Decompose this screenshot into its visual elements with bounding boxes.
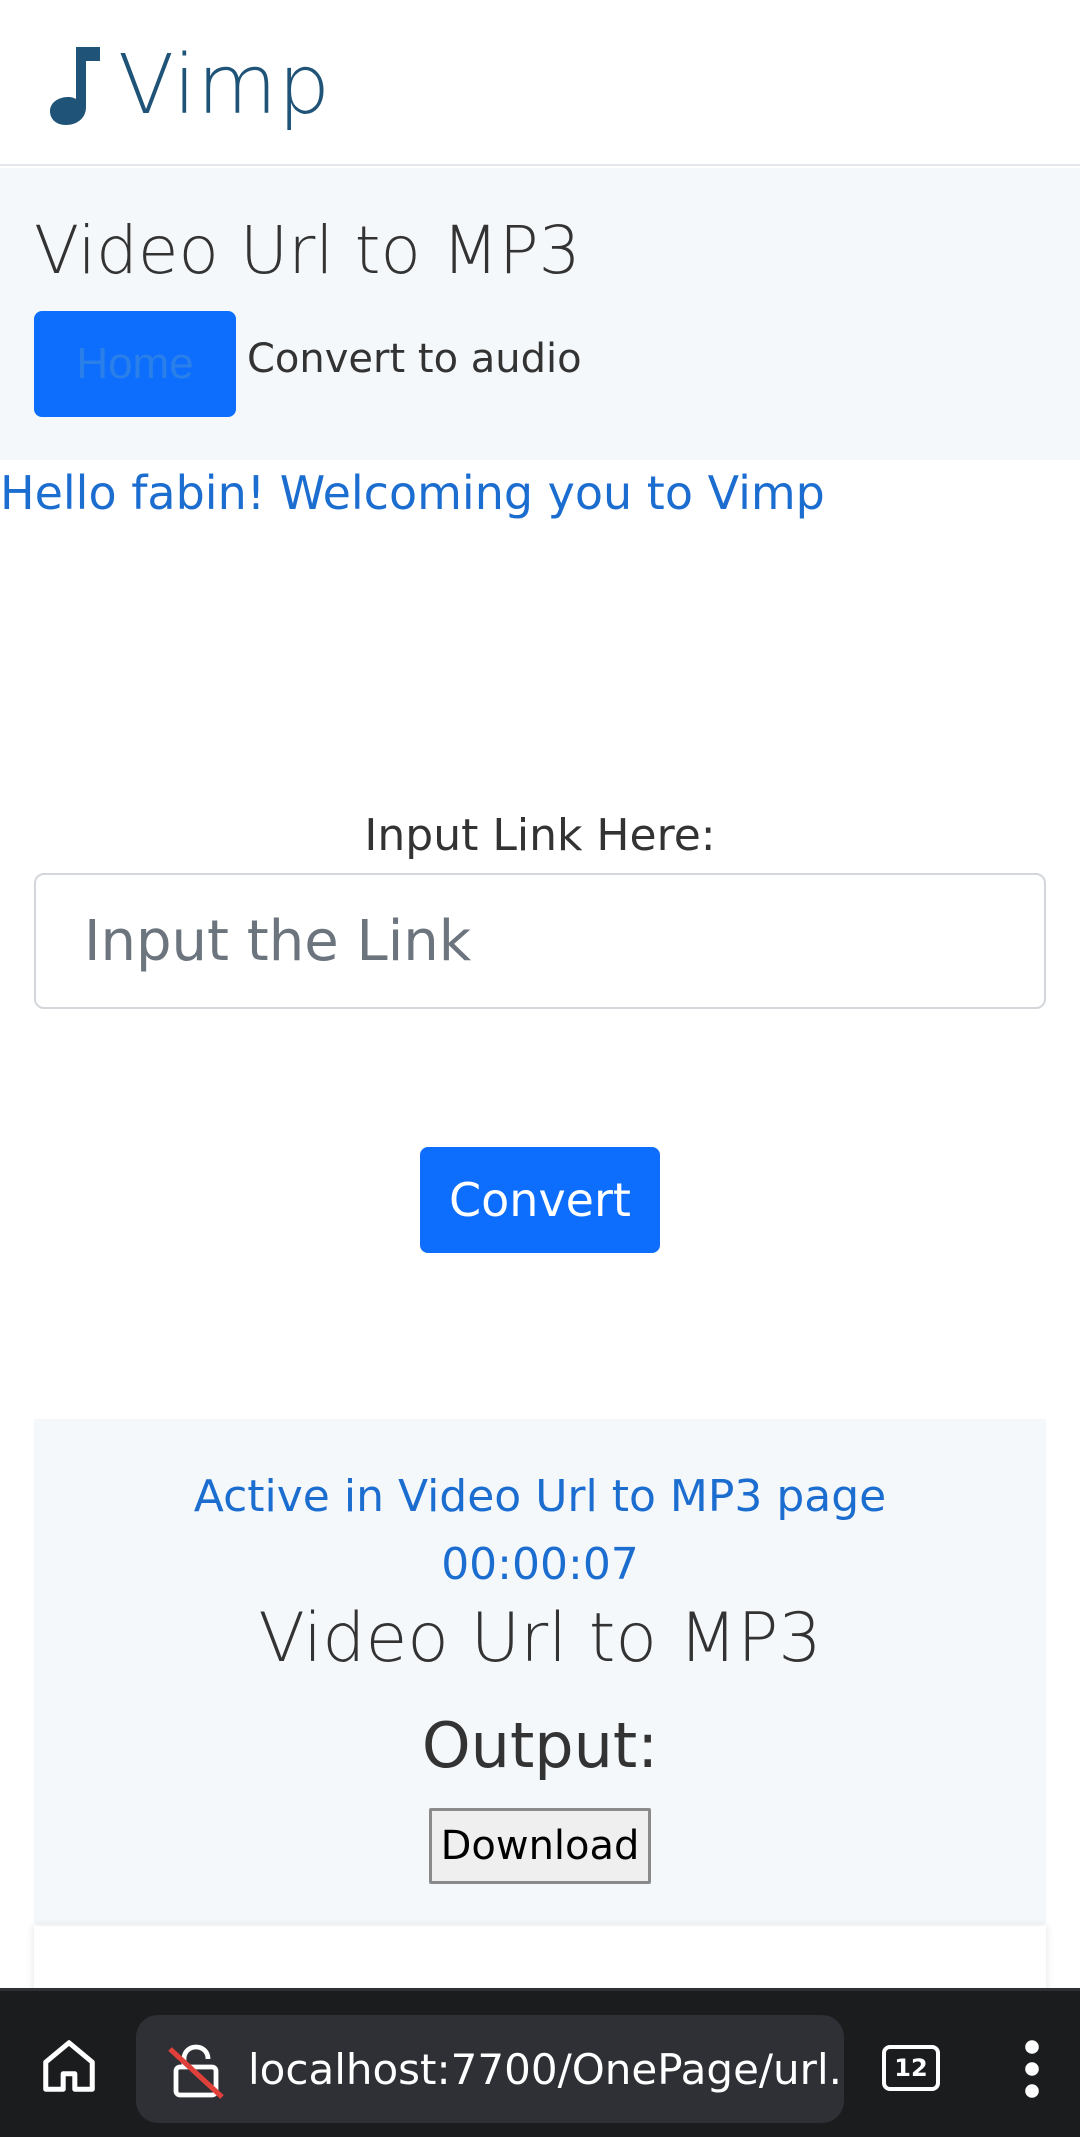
breadcrumb-current: Convert to audio xyxy=(247,336,582,382)
output-section-title: Video Url to MP3 xyxy=(258,1599,822,1678)
welcome-message: Hello fabin! Welcoming you to Vimp xyxy=(0,466,825,520)
tab-count-button[interactable]: 12 xyxy=(882,2045,940,2091)
browser-toolbar: localhost:7700/OnePage/url.html 12 xyxy=(0,1988,1080,2137)
more-vertical-icon[interactable] xyxy=(1018,2039,1046,2099)
output-panel: Active in Video Url to MP3 page 00:00:07… xyxy=(34,1419,1046,1924)
activity-timer: 00:00:07 xyxy=(441,1539,639,1590)
download-button[interactable]: Download xyxy=(429,1808,651,1884)
home-icon[interactable] xyxy=(38,2035,100,2097)
brand-name: Vimp xyxy=(118,37,332,133)
next-section-card xyxy=(34,1926,1046,1996)
insecure-lock-icon[interactable] xyxy=(166,2043,226,2099)
brand-logo[interactable]: Vimp xyxy=(48,30,331,140)
page-banner: Video Url to MP3 Home Convert to audio xyxy=(0,168,1080,460)
output-heading: Output: xyxy=(421,1709,659,1782)
url-text[interactable]: localhost:7700/OnePage/url.html xyxy=(248,2045,844,2094)
link-input[interactable] xyxy=(34,873,1046,1009)
page-title: Video Url to MP3 xyxy=(34,212,581,289)
breadcrumb-home-button[interactable]: Home xyxy=(34,311,236,417)
music-note-icon xyxy=(50,47,100,125)
link-input-label: Input Link Here: xyxy=(364,810,716,861)
address-bar[interactable]: localhost:7700/OnePage/url.html xyxy=(136,2015,844,2123)
convert-button[interactable]: Convert xyxy=(420,1147,660,1253)
site-header: Vimp xyxy=(0,0,1080,166)
activity-status: Active in Video Url to MP3 page xyxy=(193,1471,887,1522)
